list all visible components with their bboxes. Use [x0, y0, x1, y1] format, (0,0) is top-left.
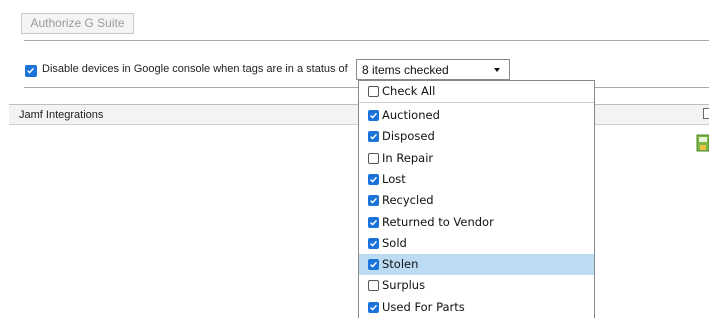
status-option[interactable]: Surplus [359, 275, 594, 296]
check-all-option[interactable]: Check All [359, 81, 594, 102]
check-all-checkbox[interactable] [368, 86, 379, 97]
status-option[interactable]: Recycled [359, 190, 594, 211]
status-option-checkbox[interactable] [368, 237, 379, 249]
status-option[interactable]: Auctioned [359, 105, 594, 126]
authorize-g-suite-button[interactable]: Authorize G Suite [21, 13, 134, 34]
status-option[interactable]: Sold [359, 233, 594, 254]
checkmark-icon [370, 304, 378, 311]
status-multiselect-value: 8 items checked [362, 63, 449, 77]
dropdown-arrow-icon [494, 68, 500, 72]
checkmark-icon [370, 261, 378, 268]
save-icon[interactable] [696, 134, 709, 152]
status-option-label: Returned to Vendor [382, 214, 494, 229]
status-multiselect[interactable]: 8 items checked [356, 59, 510, 80]
status-option-label: In Repair [382, 150, 434, 165]
divider [359, 102, 594, 103]
status-option[interactable]: Lost [359, 169, 594, 190]
checkmark-icon [370, 219, 378, 226]
checkmark-icon [370, 112, 378, 119]
status-option-checkbox[interactable] [368, 301, 379, 313]
status-option-checkbox[interactable] [368, 195, 379, 207]
status-option[interactable]: Used For Parts [359, 297, 594, 318]
status-option-label: Lost [382, 171, 406, 186]
checkmark-icon [370, 176, 378, 183]
status-option-checkbox[interactable] [368, 280, 379, 292]
status-option-label: Stolen [382, 257, 419, 272]
status-option-checkbox[interactable] [368, 216, 379, 228]
status-option-checkbox[interactable] [368, 110, 379, 121]
status-option-checkbox[interactable] [368, 152, 379, 164]
checkmark-icon [370, 134, 378, 140]
expand-toggle-icon[interactable] [703, 108, 709, 119]
status-option-label: Auctioned [382, 108, 440, 122]
disable-devices-checkbox[interactable] [25, 65, 37, 77]
status-dropdown-list: Check All Auctioned Disposed In Repair Lost… [358, 80, 595, 318]
status-option[interactable]: Stolen [359, 254, 594, 276]
status-option-label: Sold [382, 235, 407, 250]
disable-devices-label: Disable devices in Google console when t… [42, 63, 348, 75]
checkmark-icon [27, 67, 35, 74]
status-option-label: Recycled [382, 193, 434, 208]
status-option[interactable]: In Repair [359, 148, 594, 169]
status-option[interactable]: Disposed [359, 126, 594, 147]
check-all-label: Check All [382, 84, 436, 98]
status-option-label: Disposed [382, 129, 435, 144]
status-option-checkbox[interactable] [368, 259, 379, 271]
divider [24, 40, 709, 41]
checkmark-icon [370, 240, 378, 247]
status-option[interactable]: Returned to Vendor [359, 212, 594, 233]
status-option-checkbox[interactable] [368, 173, 379, 185]
jamf-integrations-title: Jamf Integrations [19, 109, 104, 121]
checkmark-icon [370, 198, 378, 204]
status-option-label: Surplus [382, 278, 426, 293]
status-option-label: Used For Parts [382, 299, 465, 314]
status-option-checkbox[interactable] [368, 131, 379, 143]
